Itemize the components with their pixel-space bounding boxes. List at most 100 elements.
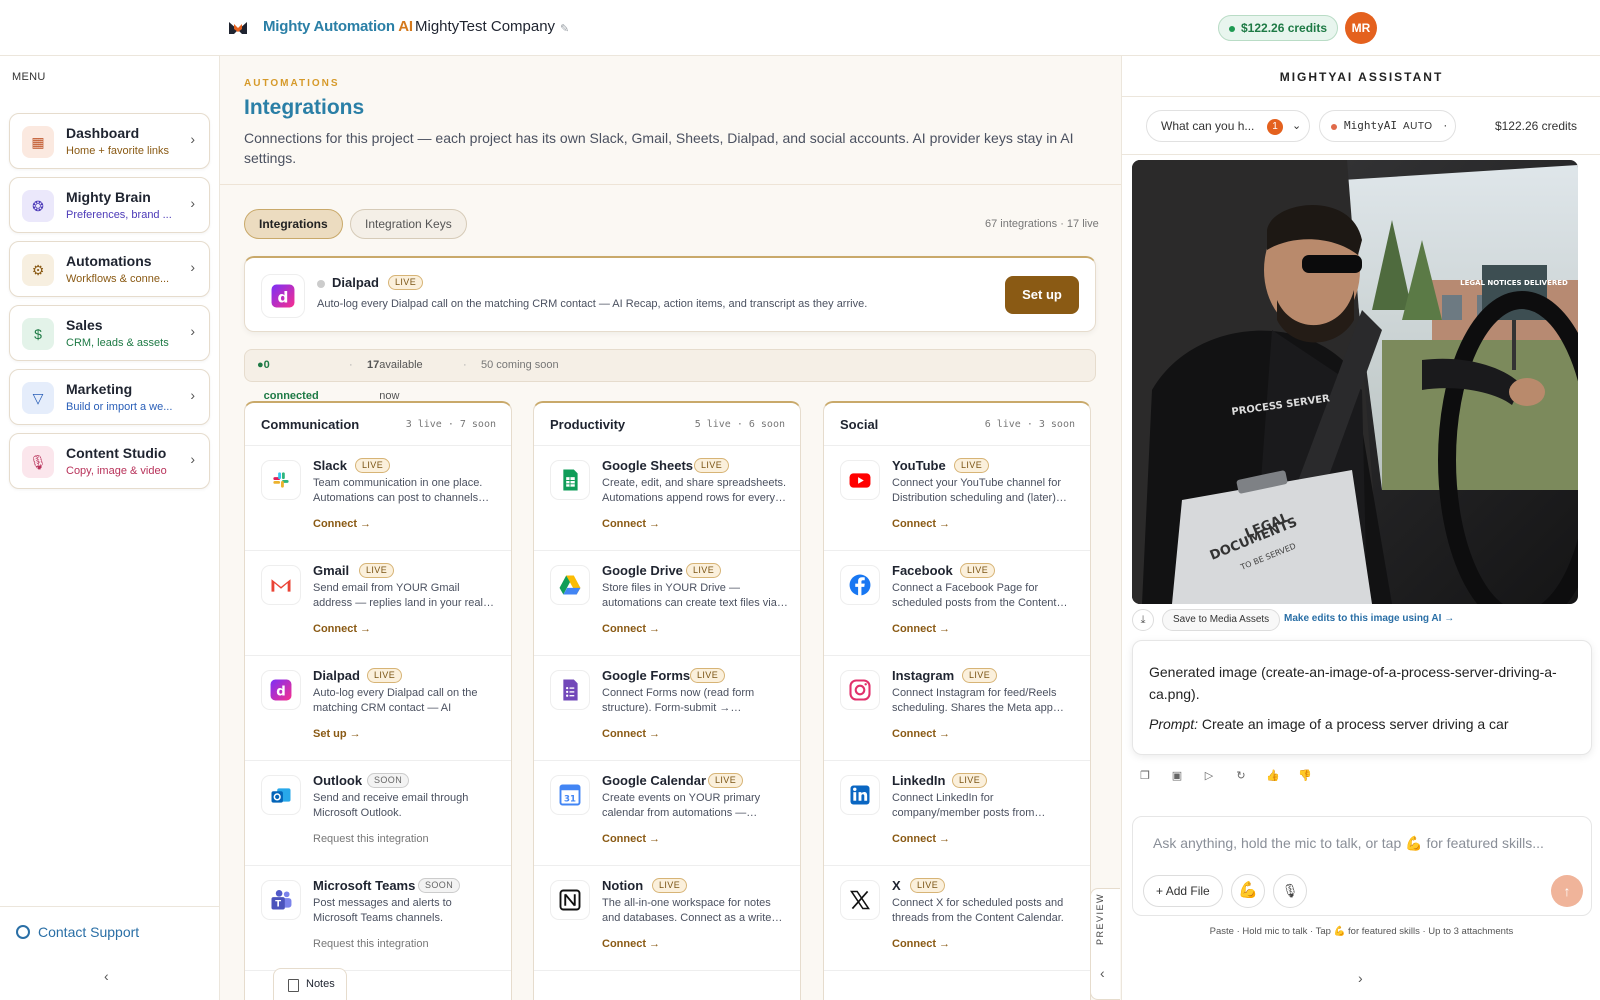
collapse-sidebar-chevron-icon[interactable]: ‹ xyxy=(104,968,109,984)
integration-card-google-sheets[interactable]: Google Sheets LIVE Create, edit, and sha… xyxy=(534,446,800,551)
column-productivity: Productivity 5 live · 6 soon Google Shee… xyxy=(533,401,801,1000)
integration-card-dialpad[interactable]: d Dialpad LIVE Auto-log every Dialpad ca… xyxy=(245,656,511,761)
sidebar-item-subtitle: Home + favorite links xyxy=(66,145,170,157)
edit-pencil-icon[interactable]: ✎ xyxy=(560,22,569,35)
contact-support-link[interactable]: Contact Support xyxy=(16,924,139,940)
integration-name: Slack xyxy=(313,458,347,473)
download-icon[interactable]: ⤓ xyxy=(1132,609,1154,631)
connect-link[interactable]: Connect → xyxy=(892,938,950,950)
sidebar-item-title: Marketing xyxy=(66,381,133,397)
edit-image-link[interactable]: Make edits to this image using AI → xyxy=(1284,613,1454,624)
integration-card-slack[interactable]: Slack LIVE Team communication in one pla… xyxy=(245,446,511,551)
drive-icon xyxy=(550,565,590,605)
model-select[interactable]: MightyAI AUTO · xyxy=(1319,110,1456,142)
column-counts: 6 live · 3 soon xyxy=(984,419,1075,430)
prompt-label: Prompt: xyxy=(1149,716,1199,732)
play-icon[interactable]: ▷ xyxy=(1202,769,1216,783)
composer-hint: Paste · Hold mic to talk · Tap 💪 for fea… xyxy=(1209,926,1514,937)
featured-integration-name: Dialpad xyxy=(332,275,379,290)
sidebar-item-mighty-brain[interactable]: ❂ Mighty Brain Preferences, brand ... › xyxy=(9,177,210,233)
sidebar-item-sales[interactable]: $ Sales CRM, leads & assets › xyxy=(9,305,210,361)
chat-input[interactable]: Ask anything, hold the mic to talk, or t… xyxy=(1153,835,1544,852)
gear-icon: ⚙ xyxy=(22,254,54,286)
main-content: AUTOMATIONS Integrations Connections for… xyxy=(220,56,1121,1000)
company-name[interactable]: MightyTest Company xyxy=(415,18,555,35)
status-badge: LIVE xyxy=(708,773,744,788)
generated-image[interactable]: LEGAL NOTICES DELIVERED PROCESS SERVER L… xyxy=(1132,160,1578,604)
save-icon[interactable]: ▣ xyxy=(1170,769,1184,783)
tab-integrations[interactable]: Integrations xyxy=(244,209,343,239)
save-to-media-assets-button[interactable]: Save to Media Assets xyxy=(1162,609,1281,631)
chevron-right-icon: › xyxy=(190,387,195,403)
integration-card-microsoft-teams[interactable]: T Microsoft Teams SOON Post messages and… xyxy=(245,866,511,971)
preview-tab-label: PREVIEW xyxy=(1095,892,1105,945)
integration-card-youtube[interactable]: YouTube LIVE Connect your YouTube channe… xyxy=(824,446,1090,551)
connect-link[interactable]: Connect → xyxy=(602,518,660,530)
sidebar-item-content-studio[interactable]: 🎙 Content Studio Copy, image & video › xyxy=(9,433,210,489)
status-badge: SOON xyxy=(418,878,461,893)
status-badge: LIVE xyxy=(910,878,946,893)
thumbs-up-icon[interactable]: 👍 xyxy=(1266,769,1280,783)
status-badge: LIVE xyxy=(686,563,722,578)
chevron-right-icon: › xyxy=(190,451,195,467)
tab-integration-keys[interactable]: Integration Keys xyxy=(350,209,467,239)
integration-card-facebook[interactable]: Facebook LIVE Connect a Facebook Page fo… xyxy=(824,551,1090,656)
message-text: Generated image (create-an-image-of-a-pr… xyxy=(1149,664,1557,702)
brand-logo-icon[interactable] xyxy=(228,18,248,38)
preview-tab[interactable]: PREVIEW ‹ xyxy=(1090,888,1120,1000)
connect-link[interactable]: Connect → xyxy=(313,623,371,635)
sidebar-item-marketing[interactable]: ▽ Marketing Build or import a we... › xyxy=(9,369,210,425)
regenerate-icon[interactable]: ↻ xyxy=(1234,769,1248,783)
connect-link[interactable]: Connect → xyxy=(602,623,660,635)
connect-link[interactable]: Connect → xyxy=(892,518,950,530)
setup-button[interactable]: Set up xyxy=(1005,276,1079,314)
status-badge: LIVE xyxy=(962,668,998,683)
sidebar-item-dashboard[interactable]: ▦ Dashboard Home + favorite links › xyxy=(9,113,210,169)
connect-link[interactable]: Connect → xyxy=(892,728,950,740)
sidebar: MENU ▦ Dashboard Home + favorite links ›… xyxy=(0,56,220,1000)
sidebar-item-automations[interactable]: ⚙ Automations Workflows & conne... › xyxy=(9,241,210,297)
copy-icon[interactable]: ❐ xyxy=(1138,769,1152,783)
integration-card-linkedin[interactable]: LinkedIn LIVE Connect LinkedIn for compa… xyxy=(824,761,1090,866)
integration-card-google-calendar[interactable]: 31 Google Calendar LIVE Create events on… xyxy=(534,761,800,866)
brand-name[interactable]: Mighty Automation AI xyxy=(263,18,413,35)
send-button[interactable]: ↑ xyxy=(1551,875,1583,907)
setup-link[interactable]: Set up → xyxy=(313,728,361,740)
notes-tab[interactable]: Notes xyxy=(273,968,347,1000)
connect-link[interactable]: Connect → xyxy=(892,833,950,845)
integration-card-outlook[interactable]: Outlook SOON Send and receive email thro… xyxy=(245,761,511,866)
assistant-credits: $122.26 credits xyxy=(1494,119,1577,133)
integration-card-gmail[interactable]: Gmail LIVE Send email from YOUR Gmail ad… xyxy=(245,551,511,656)
thumbs-down-icon[interactable]: 👎 xyxy=(1298,769,1312,783)
connect-link[interactable]: Connect → xyxy=(602,833,660,845)
column-counts: 3 live · 7 soon xyxy=(405,419,496,430)
svg-text:d: d xyxy=(276,685,286,700)
integration-card-google-drive[interactable]: Google Drive LIVE Store files in YOUR Dr… xyxy=(534,551,800,656)
separator: · xyxy=(463,359,467,371)
assistant-title: MIGHTYAI ASSISTANT xyxy=(1279,70,1444,84)
featured-skills-button[interactable]: 💪 xyxy=(1231,874,1265,908)
integration-card-google-forms[interactable]: Google Forms LIVE Connect Forms now (rea… xyxy=(534,656,800,761)
integration-description: Send and receive email through Microsoft… xyxy=(313,792,469,819)
sidebar-item-subtitle: Copy, image & video xyxy=(66,465,167,477)
request-integration-link[interactable]: Request this integration xyxy=(313,938,429,950)
chevron-right-icon[interactable]: › xyxy=(1358,970,1363,986)
connect-link[interactable]: Connect → xyxy=(602,728,660,740)
integration-card-x[interactable]: X LIVE Connect X for scheduled posts and… xyxy=(824,866,1090,971)
microphone-icon[interactable]: 🎙 xyxy=(1273,874,1307,908)
dialpad-icon: d xyxy=(261,670,301,710)
request-integration-link[interactable]: Request this integration xyxy=(313,833,429,845)
integration-card-notion[interactable]: Notion LIVE The all-in-one workspace for… xyxy=(534,866,800,971)
integration-description: Connect Instagram for feed/Reels schedul… xyxy=(892,687,1064,714)
integration-card-instagram[interactable]: Instagram LIVE Connect Instagram for fee… xyxy=(824,656,1090,761)
connect-link[interactable]: Connect → xyxy=(892,623,950,635)
status-badge: LIVE xyxy=(652,878,688,893)
connect-link[interactable]: Connect → xyxy=(602,938,660,950)
prompt-select[interactable]: What can you h... 1 ⌄ xyxy=(1146,110,1310,142)
add-file-button[interactable]: + Add File xyxy=(1143,875,1223,907)
page-kicker: AUTOMATIONS xyxy=(244,78,340,89)
connect-link[interactable]: Connect → xyxy=(313,518,371,530)
credits-badge[interactable]: $122.26 credits xyxy=(1218,15,1339,41)
user-avatar[interactable]: MR xyxy=(1345,12,1377,44)
chevron-right-icon: › xyxy=(190,195,195,211)
